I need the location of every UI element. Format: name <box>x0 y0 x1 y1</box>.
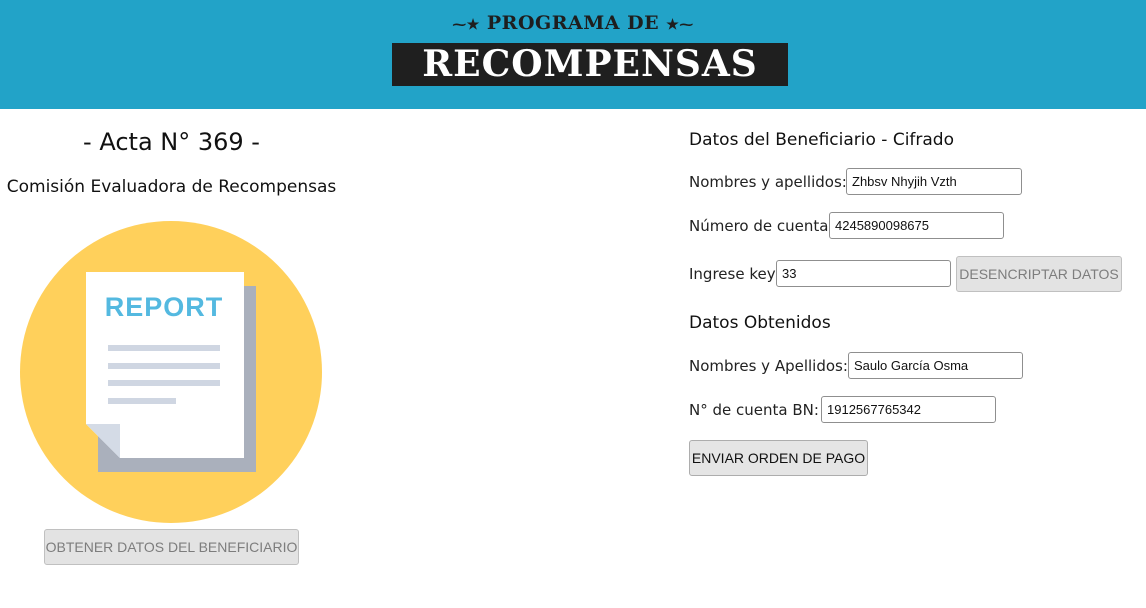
obtener-datos-button[interactable]: OBTENER DATOS DEL BENEFICIARIO <box>44 529 299 565</box>
cuenta-cifrado-input[interactable]: 4245890098675 <box>829 212 1004 239</box>
ornament-left-icon: ⁓★ <box>452 17 480 33</box>
report-label: REPORT <box>105 292 224 322</box>
report-line-1 <box>108 345 220 351</box>
comision-subtitle: Comisión Evaluadora de Recompensas <box>6 177 337 197</box>
site-header: ⁓★ PROGRAMA DE ★⁓ RECOMPENSAS <box>0 0 1146 109</box>
report-line-3 <box>108 380 220 386</box>
cuenta-bn-label: N° de cuenta BN: <box>689 401 819 419</box>
acta-title: - Acta N° 369 - <box>83 128 260 156</box>
cuenta-bn-input[interactable]: 1912567765342 <box>821 396 996 423</box>
nombres-obtenidos-label: Nombres y Apellidos: <box>689 357 848 375</box>
ornament-right-icon: ★⁓ <box>666 17 694 33</box>
report-line-4 <box>108 398 176 404</box>
desencriptar-button[interactable]: DESENCRIPTAR DATOS <box>956 256 1122 292</box>
nombres-cifrado-label: Nombres y apellidos: <box>689 173 847 191</box>
enviar-orden-button[interactable]: ENVIAR ORDEN DE PAGO <box>689 440 868 476</box>
logo-main: RECOMPENSAS <box>392 43 788 86</box>
cifrado-title: Datos del Beneficiario - Cifrado <box>689 130 954 150</box>
obtenidos-title: Datos Obtenidos <box>689 313 831 333</box>
nombres-cifrado-input[interactable]: Zhbsv Nhyjih Vzth <box>846 168 1022 195</box>
report-line-2 <box>108 363 220 369</box>
key-input[interactable]: 33 <box>776 260 951 287</box>
key-label: Ingrese key: <box>689 265 780 283</box>
logo-top-text: ⁓★ PROGRAMA DE ★⁓ <box>452 12 694 34</box>
nombres-obtenidos-input[interactable]: Saulo García Osma <box>848 352 1023 379</box>
report-icon: REPORT <box>20 221 322 523</box>
cuenta-cifrado-label: Número de cuenta <box>689 217 829 235</box>
